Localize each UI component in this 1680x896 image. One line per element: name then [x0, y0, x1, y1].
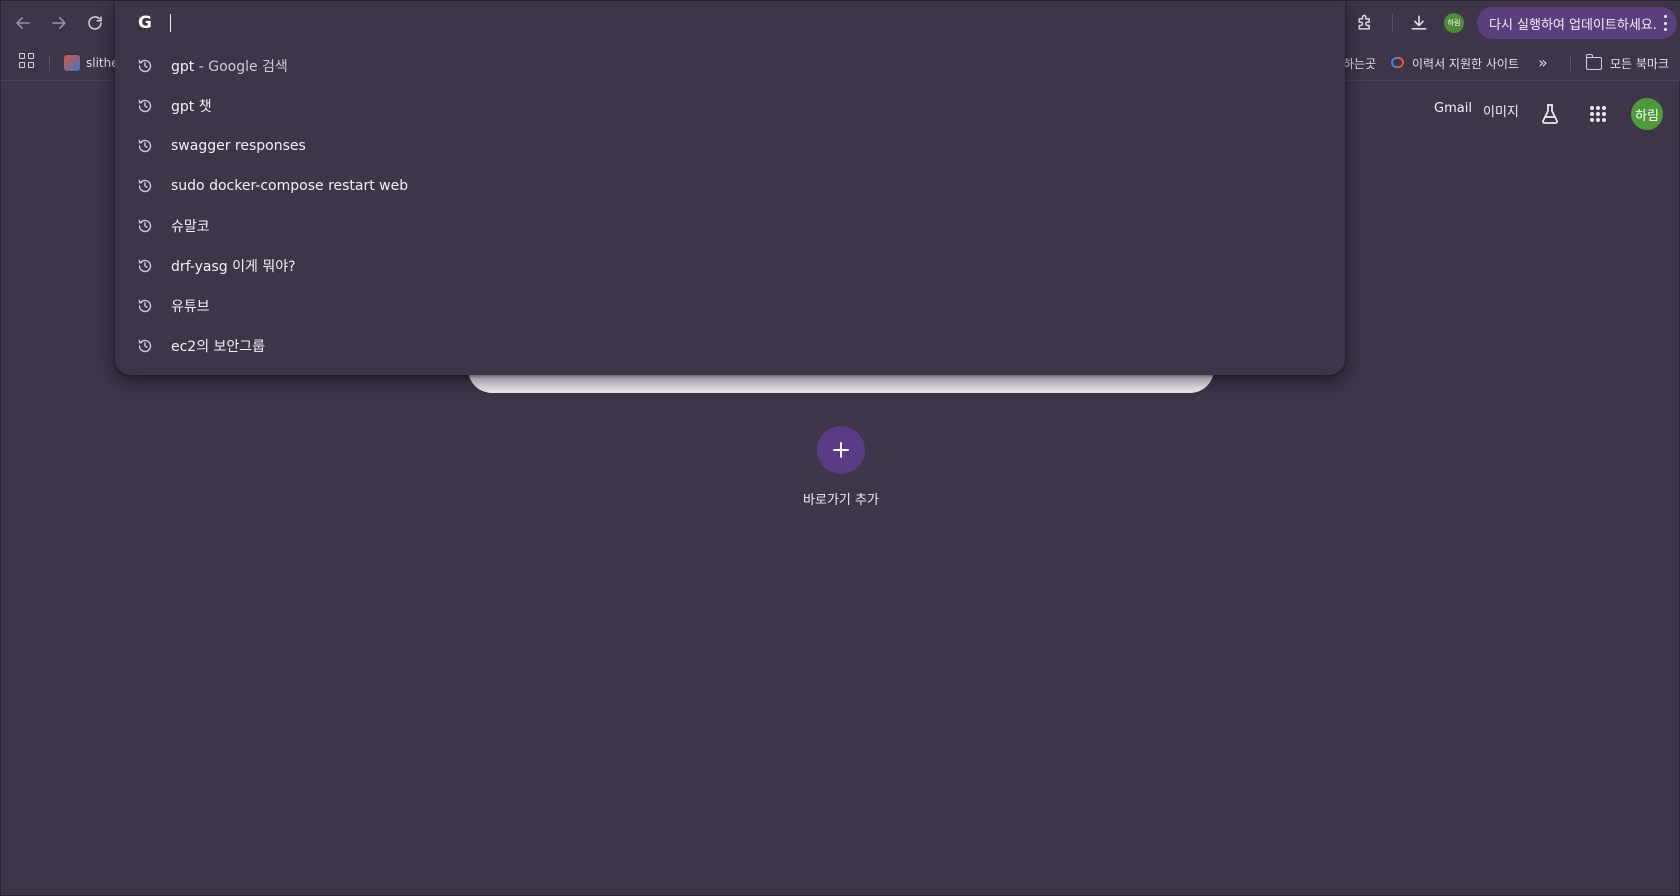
- reload-button[interactable]: [82, 10, 108, 36]
- extensions-button[interactable]: [1353, 11, 1377, 35]
- bookmark-slither[interactable]: slithe: [64, 53, 119, 73]
- history-icon: [138, 339, 152, 353]
- download-icon: [1411, 15, 1427, 30]
- suggestion-text: ec2의 보안그룹: [171, 339, 266, 355]
- kebab-menu-icon[interactable]: [1662, 15, 1668, 31]
- google-search-engine-icon: G: [138, 13, 152, 33]
- arrow-left-icon: [16, 17, 30, 29]
- account-avatar[interactable]: 하림: [1631, 98, 1663, 130]
- suggestion-text: drf-yasg 이게 뭐야?: [171, 259, 296, 275]
- history-icon: [138, 59, 152, 73]
- apps-shortcut-icon[interactable]: [19, 53, 35, 69]
- bookmark-item[interactable]: 하는곳: [1343, 53, 1376, 73]
- history-icon: [138, 139, 152, 153]
- bookmark-label: slithe: [86, 56, 119, 70]
- omnibox-dropdown: G gpt - Google 검색 gpt 챗 swagger response…: [115, 1, 1345, 375]
- omnibox-text-caret[interactable]: [170, 14, 171, 32]
- history-icon: [138, 259, 152, 273]
- arrow-right-icon: [52, 17, 66, 29]
- bookmarks-divider: [1570, 55, 1571, 71]
- omnibox-suggestion[interactable]: sudo docker-compose restart web: [115, 166, 1345, 206]
- history-icon: [138, 299, 152, 313]
- suggestion-text: 슈말코: [171, 219, 210, 235]
- history-icon: [138, 179, 152, 193]
- add-shortcut-label: 바로가기 추가: [803, 493, 879, 508]
- suggestion-text: gpt 챗: [171, 99, 212, 115]
- omnibox-suggestion[interactable]: ec2의 보안그룹: [115, 326, 1345, 366]
- all-bookmarks-label: 모든 북마크: [1610, 56, 1670, 71]
- omnibox-suggestion[interactable]: 유튜브: [115, 286, 1345, 326]
- omnibox-suggestion[interactable]: gpt 챗: [115, 86, 1345, 126]
- toolbar-divider: [1392, 14, 1393, 32]
- slither-favicon-icon: [64, 55, 80, 71]
- history-icon: [138, 219, 152, 233]
- suggestion-text: 유튜브: [171, 299, 210, 315]
- suggestion-text: gpt - Google 검색: [171, 59, 288, 75]
- profile-button[interactable]: 하림: [1444, 13, 1464, 33]
- bookmark-label: 이력서 지원한 사이트: [1412, 56, 1519, 71]
- omnibox-suggestion[interactable]: drf-yasg 이게 뭐야?: [115, 246, 1345, 286]
- omnibox-input-row[interactable]: G: [115, 1, 1345, 45]
- omnibox-suggestions: gpt - Google 검색 gpt 챗 swagger responses …: [115, 46, 1345, 366]
- history-icon: [138, 99, 152, 113]
- downloads-button[interactable]: [1407, 11, 1431, 35]
- puzzle-icon: [1358, 14, 1370, 30]
- back-button[interactable]: [10, 10, 36, 36]
- browser-window: 하림 다시 실행하여 업데이트하세요. slithe 하는곳 이력서 지원한 사…: [0, 0, 1680, 896]
- omnibox-suggestion[interactable]: gpt - Google 검색: [115, 46, 1345, 86]
- gmail-link[interactable]: Gmail: [1434, 101, 1472, 116]
- suggestion-text: sudo docker-compose restart web: [171, 178, 409, 194]
- bookmarks-divider: [49, 55, 50, 71]
- forward-button[interactable]: [46, 10, 72, 36]
- images-link[interactable]: 이미지: [1483, 101, 1519, 120]
- folder-icon: [1585, 53, 1602, 70]
- update-label: 다시 실행하여 업데이트하세요.: [1489, 17, 1657, 33]
- bookmark-resume-sites[interactable]: 이력서 지원한 사이트: [1391, 53, 1519, 73]
- suggestion-text: swagger responses: [171, 138, 306, 154]
- omnibox-suggestion[interactable]: 슈말코: [115, 206, 1345, 246]
- add-shortcut-button[interactable]: [817, 426, 865, 474]
- plus-icon: [833, 442, 849, 458]
- bookmarks-overflow-chevron-icon[interactable]: »: [1538, 53, 1548, 72]
- resume-favicon-icon: [1391, 56, 1405, 70]
- labs-flask-icon[interactable]: [1541, 104, 1559, 124]
- google-apps-icon[interactable]: [1590, 106, 1606, 122]
- omnibox-suggestion[interactable]: swagger responses: [115, 126, 1345, 166]
- reload-icon: [88, 16, 102, 30]
- all-bookmarks-button[interactable]: 모든 북마크: [1585, 53, 1670, 73]
- bookmark-label: 하는곳: [1343, 56, 1377, 71]
- update-chrome-button[interactable]: 다시 실행하여 업데이트하세요.: [1477, 7, 1677, 39]
